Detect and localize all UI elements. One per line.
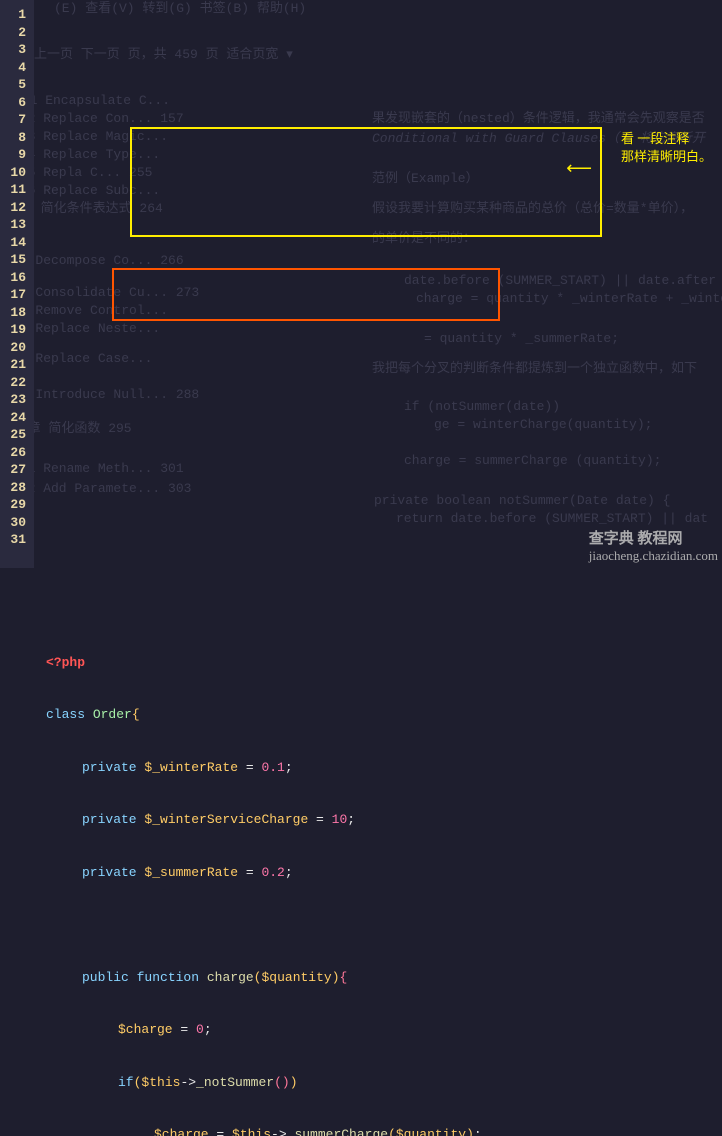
code-area[interactable]: (E) 查看(V) 转到(G) 书签(B) 帮助(H) 上一页 下一页 页，共 …	[34, 0, 722, 568]
highlight-box-orange	[112, 268, 500, 321]
annotation-text: 看 一段注释 那样清晰明白。	[621, 130, 712, 166]
highlight-box-yellow	[130, 127, 602, 237]
annotation-arrow-icon: ⟵	[566, 158, 592, 180]
code-editor: 1 2 3 4 5 6 7 8 9 10 11 12 13 14 15 16 1…	[0, 0, 722, 568]
line-number-gutter: 1 2 3 4 5 6 7 8 9 10 11 12 13 14 15 16 1…	[0, 0, 34, 568]
watermark: 查字典 教程网 jiaocheng.chazidian.com	[589, 527, 718, 564]
